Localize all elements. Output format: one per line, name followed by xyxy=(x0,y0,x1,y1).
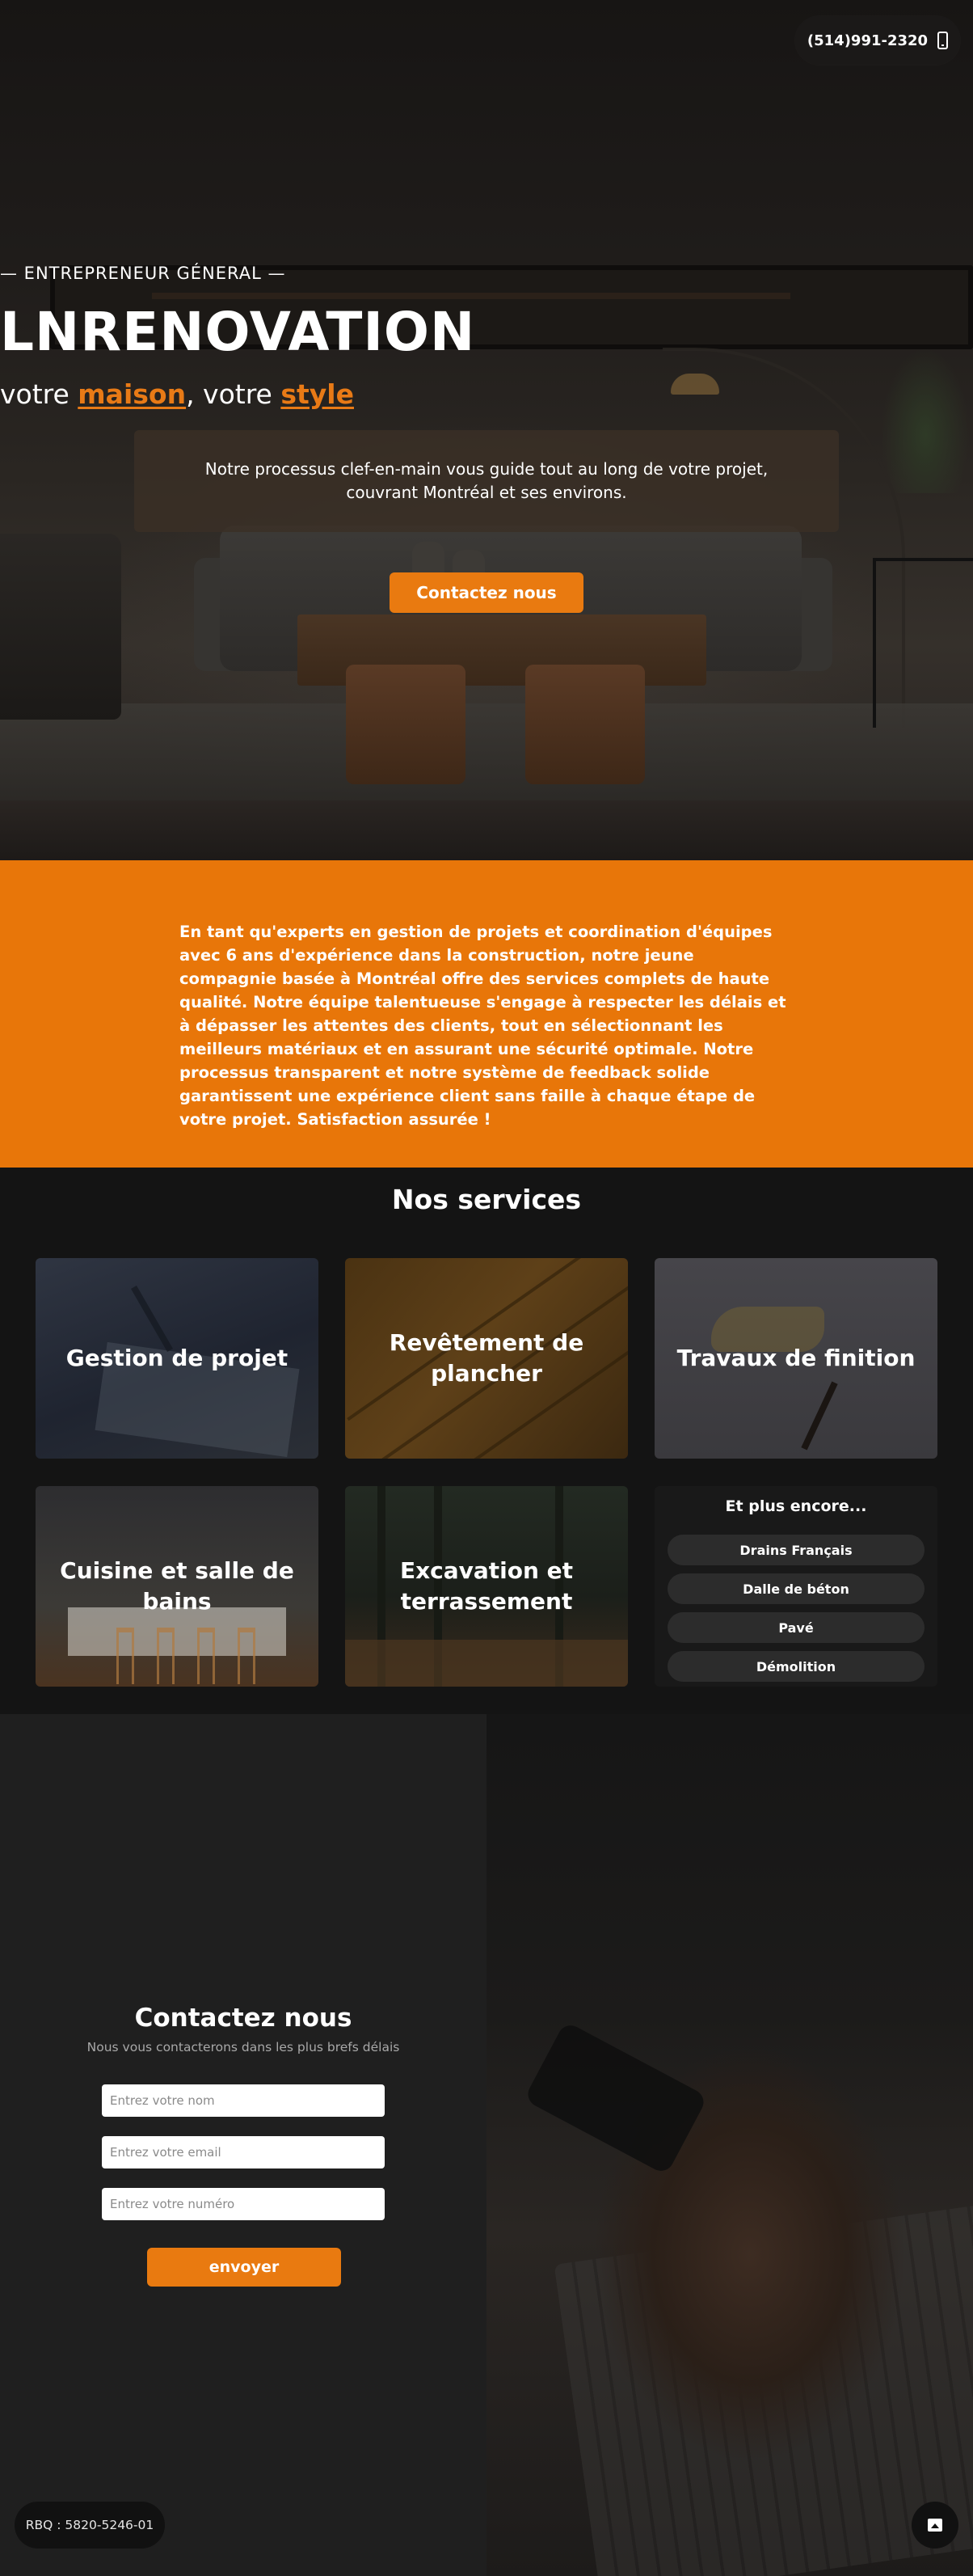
hero-background-chair xyxy=(873,558,973,728)
hero-background-pouf xyxy=(525,665,645,784)
card-image-dirt xyxy=(345,1640,628,1687)
service-card-travaux-de-finition[interactable]: Travaux de finition xyxy=(655,1258,937,1459)
tagline-prefix: votre xyxy=(0,378,78,410)
tagline-highlight-style: style xyxy=(280,378,354,410)
send-button[interactable]: envoyer xyxy=(147,2248,341,2287)
card-image-brush xyxy=(801,1381,838,1451)
hero-background-floor xyxy=(0,800,973,860)
card-image-stool xyxy=(238,1628,255,1684)
more-service-chip-demolition[interactable]: Démolition xyxy=(668,1651,925,1682)
service-card-cuisine-et-salle-de-bains[interactable]: Cuisine et salle de bains xyxy=(36,1486,318,1687)
service-card-label: Gestion de projet xyxy=(65,1345,289,1371)
service-card-more: Et plus encore... Drains Français Dalle … xyxy=(655,1486,937,1687)
email-field[interactable] xyxy=(102,2136,385,2168)
more-service-chip-pave[interactable]: Pavé xyxy=(668,1612,925,1643)
card-image-stool xyxy=(197,1628,215,1684)
card-image-pen xyxy=(131,1286,173,1352)
image-button[interactable] xyxy=(912,2502,958,2549)
contact-subtitle: Nous vous contacterons dans les plus bre… xyxy=(86,2040,400,2054)
image-icon xyxy=(928,2519,942,2532)
phone-number: (514)991-2320 xyxy=(807,32,929,49)
brand-title: LNRENOVATION xyxy=(0,301,476,363)
service-card-excavation-et-terrassement[interactable]: Excavation et terrassement xyxy=(345,1486,628,1687)
more-service-chip-dalle-de-beton[interactable]: Dalle de béton xyxy=(668,1573,925,1604)
card-image-stool xyxy=(116,1628,134,1684)
contact-cta-button[interactable]: Contactez nous xyxy=(390,572,583,613)
hero-background-plant xyxy=(881,348,970,493)
service-card-gestion-de-projet[interactable]: Gestion de projet xyxy=(36,1258,318,1459)
hero-background-chair xyxy=(0,534,121,720)
hero-intro-box: Notre processus clef-en-main vous guide … xyxy=(134,430,839,532)
hero-eyebrow: — ENTREPRENEUR GÉNERAL — xyxy=(0,264,286,283)
hero-tagline: votre maison, votre style xyxy=(0,378,973,410)
more-services-title: Et plus encore... xyxy=(725,1497,867,1515)
service-card-label: Excavation et terrassement xyxy=(399,1557,574,1615)
about-text: En tant qu'experts en gestion de projets… xyxy=(179,923,786,1129)
service-card-label: Revêtement de plancher xyxy=(389,1329,584,1387)
hero-section: (514)991-2320 — ENTREPRENEUR GÉNERAL — L… xyxy=(0,0,973,860)
phone-number-field[interactable] xyxy=(102,2188,385,2220)
phone-link[interactable]: (514)991-2320 xyxy=(795,16,960,65)
service-card-label: Cuisine et salle de bains xyxy=(60,1557,294,1615)
services-section: Nos services Gestion de projet Revêtemen… xyxy=(0,1168,973,1714)
tagline-highlight-maison: maison xyxy=(78,378,187,410)
service-card-revetement-de-plancher[interactable]: Revêtement de plancher xyxy=(345,1258,628,1459)
contact-image-panel xyxy=(486,1714,973,2576)
hero-intro-text: Notre processus clef-en-main vous guide … xyxy=(204,459,769,502)
hero-background-pouf xyxy=(346,665,465,784)
services-title: Nos services xyxy=(391,1184,582,1215)
name-field[interactable] xyxy=(102,2084,385,2117)
more-service-chip-drains-francais[interactable]: Drains Français xyxy=(668,1535,925,1565)
service-card-label: Travaux de finition xyxy=(676,1345,916,1371)
about-section: En tant qu'experts en gestion de projets… xyxy=(0,860,973,1168)
tagline-middle: , votre xyxy=(186,378,281,410)
rbq-license-badge: RBQ : 5820-5246-01 xyxy=(15,2502,165,2549)
card-image-stool xyxy=(157,1628,175,1684)
mobile-phone-icon xyxy=(937,32,949,49)
contact-title: Contactez nous xyxy=(134,2004,352,2033)
hero-background-rug xyxy=(0,703,973,800)
